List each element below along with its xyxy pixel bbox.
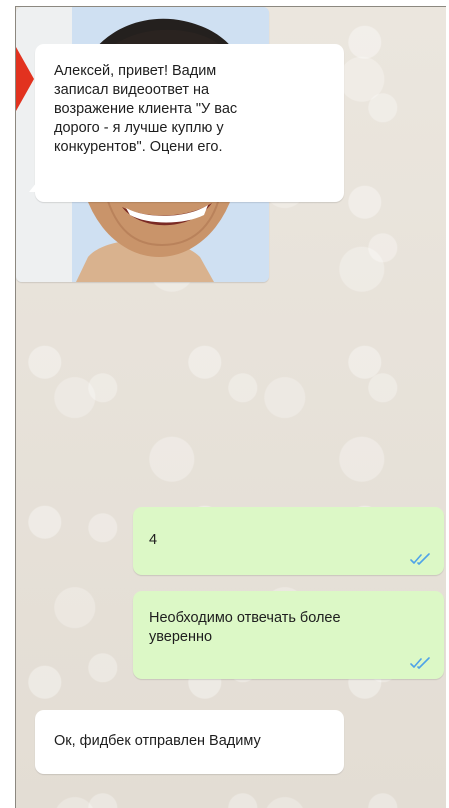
double-check-icon [410,553,430,565]
message-text: Ок, фидбек отправлен Вадиму [54,733,261,749]
message-text: Алексей, привет! Вадим записал видеоотве… [54,63,238,155]
chat-area[interactable]: Алексей, привет! Вадим записал видеоотве… [15,6,446,808]
outgoing-message[interactable]: 4 [133,507,444,575]
screen: Алексей, привет! Вадим записал видеоотве… [0,0,449,808]
incoming-message[interactable]: Ок, фидбек отправлен Вадиму [35,710,344,774]
double-check-icon [410,657,430,669]
outgoing-message[interactable]: Необходимо отвечать более уверенно [133,591,444,679]
message-text: 4 [149,532,158,548]
bubble-tail [29,182,37,192]
incoming-message[interactable]: Алексей, привет! Вадим записал видеоотве… [29,44,344,202]
message-text: Необходимо отвечать более уверенно [149,610,341,645]
